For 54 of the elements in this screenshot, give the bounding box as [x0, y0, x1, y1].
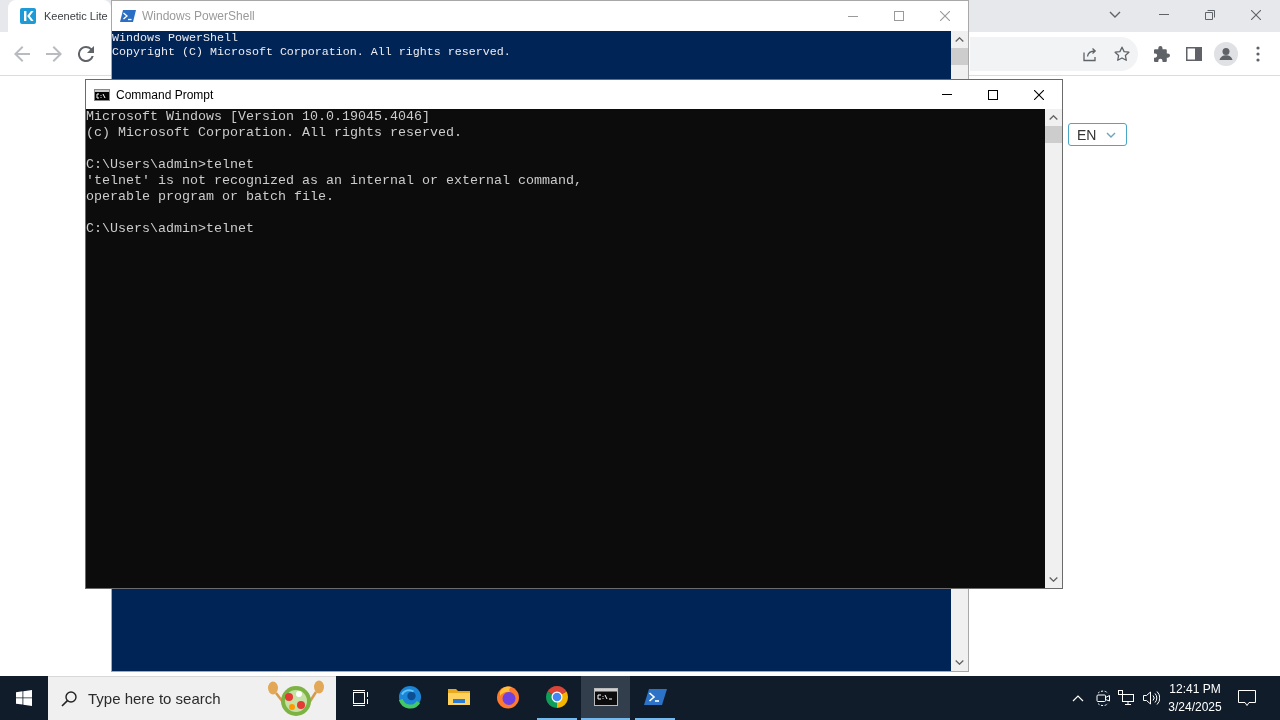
console-line: C:\Users\admin>telnet	[86, 221, 254, 237]
console-line: operable program or batch file.	[86, 189, 334, 205]
console-line: Windows PowerShell	[112, 31, 238, 45]
wave-logo-icon	[397, 685, 422, 709]
chevron-down-icon[interactable]	[1109, 11, 1121, 18]
console-line: Microsoft Windows [Version 10.0.19045.4046]	[86, 109, 430, 125]
maximize-icon[interactable]	[988, 89, 998, 100]
scrollbar-thumb[interactable]	[951, 48, 968, 65]
salad-bowl-icon	[265, 679, 327, 718]
search-bar[interactable]: Type here to search	[48, 676, 336, 720]
search-field[interactable]: Type here to search	[88, 690, 265, 707]
terminal-icon	[94, 88, 110, 101]
puzzle-icon[interactable]	[1154, 45, 1170, 62]
shell-prompt-icon	[642, 687, 667, 707]
scrollbar-thumb[interactable]	[1045, 126, 1062, 143]
console-line: C:\Users\admin>telnet	[86, 157, 254, 173]
chevron-down-icon[interactable]	[955, 660, 964, 665]
scrollbar[interactable]	[1045, 109, 1062, 588]
browser-tab[interactable]: Keenetic Lite	[8, 0, 111, 32]
star-icon[interactable]	[1114, 45, 1130, 62]
share-icon[interactable]	[1082, 45, 1098, 62]
console-line: Copyright (C) Microsoft Corporation. All rights reserved.	[112, 45, 511, 59]
console-line: 'telnet' is not recognized as an internal or external command,	[86, 173, 582, 189]
message-bubble-icon[interactable]	[1238, 689, 1256, 707]
terminal-icon	[593, 688, 618, 706]
speaker-icon[interactable]	[1142, 690, 1160, 706]
restore-icon[interactable]	[1205, 9, 1215, 20]
minimize-icon[interactable]	[848, 15, 858, 17]
window-title: Command Prompt	[116, 87, 214, 102]
video-camera-icon[interactable]	[1095, 690, 1111, 706]
menu-icon[interactable]	[1256, 45, 1260, 62]
scrollbar[interactable]	[951, 589, 968, 671]
clock-time[interactable]: 12:41 PM	[1169, 680, 1221, 698]
scrollbar[interactable]	[951, 31, 968, 79]
chevron-down-icon	[1106, 131, 1117, 138]
shell-prompt-icon	[120, 9, 136, 23]
avatar-icon[interactable]	[1214, 41, 1238, 66]
logo-icon	[20, 8, 36, 24]
side-panel-icon[interactable]	[1186, 45, 1202, 62]
task-view-icon[interactable]	[350, 689, 370, 707]
reload-icon[interactable]	[78, 45, 94, 62]
segmented-circle-icon	[544, 685, 569, 709]
taskbar-button[interactable]	[581, 676, 630, 720]
fox-logo-icon	[495, 685, 520, 709]
network-icon[interactable]	[1118, 690, 1134, 706]
language-select[interactable]: EN	[1068, 123, 1127, 146]
close-icon[interactable]	[1034, 89, 1044, 100]
folder-icon	[446, 687, 471, 707]
chevron-down-icon[interactable]	[1049, 577, 1058, 582]
console-line: (c) Microsoft Corporation. All rights reserved.	[86, 125, 462, 141]
clock-date[interactable]: 3/24/2025	[1168, 698, 1222, 716]
search-icon	[61, 690, 77, 707]
start-icon[interactable]	[16, 690, 32, 706]
window-title: Windows PowerShell	[142, 9, 255, 23]
